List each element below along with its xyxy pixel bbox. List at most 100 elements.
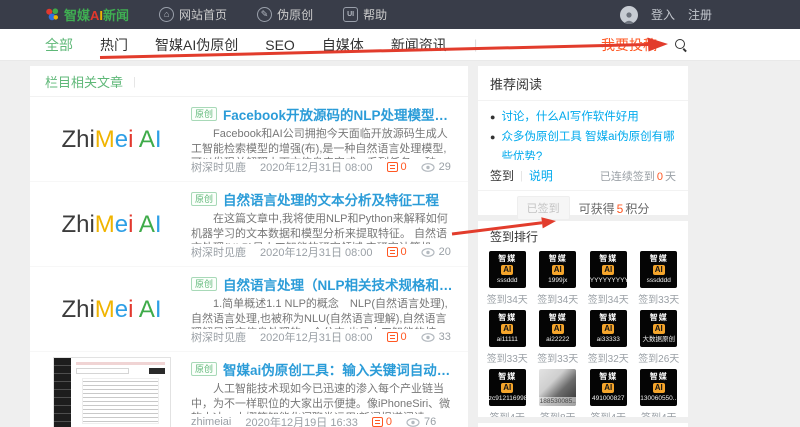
ranking-user[interactable]: 智媒 AI ai33333 签到32天 xyxy=(583,310,634,365)
signin-separator: | xyxy=(520,169,523,182)
search-icon[interactable] xyxy=(674,38,688,52)
article-thumbnail[interactable]: ZhiMei AI xyxy=(45,279,178,340)
ranking-days: 签到33天 xyxy=(486,354,528,365)
article-author[interactable]: 树深时见鹿 xyxy=(191,159,246,175)
article-meta: 树深时见鹿 2020年12月31日 08:00 0 20 xyxy=(191,244,453,260)
ranking-user[interactable]: 智媒AI491000827 签到4天 xyxy=(583,369,634,417)
tab-hot[interactable]: 热门 xyxy=(100,35,128,55)
ranking-user[interactable]: 188530085.. 签到8天 xyxy=(533,369,584,417)
views-icon xyxy=(406,417,420,427)
ranking-username: zc912116998 xyxy=(488,395,526,402)
top-nav-help-label: 帮助 xyxy=(363,8,388,22)
ranking-days: 签到33天 xyxy=(537,354,579,365)
article-title-link[interactable]: 自然语言处理（NLP相关技术规格和样例） xyxy=(223,274,453,294)
ranking-days: 签到4天 xyxy=(634,409,685,417)
ranking-user[interactable]: 智媒AI130060550... 签到4天 xyxy=(634,369,685,417)
zhimei-logo-image: ZhiMei AI xyxy=(61,210,162,238)
home-icon: ⌂ xyxy=(159,7,175,22)
ranking-user[interactable]: 智媒 AI ai11111 签到33天 xyxy=(482,310,533,365)
ai-logo-badge: AI xyxy=(602,265,615,275)
article-excerpt: 在这篇文章中,我将使用NLP和Python来解释如何机器学习的文本数据和模型分析… xyxy=(191,213,448,244)
ranking-username: 130060550... xyxy=(640,395,678,402)
views-count: 20 xyxy=(438,246,451,258)
article-author[interactable]: 树深时见鹿 xyxy=(191,329,246,345)
top-nav-home[interactable]: ⌂ 网站首页 xyxy=(159,6,227,23)
signin-ranking-panel: 签到排行 智媒 AI sssddd 签到34天 智媒 AI 1999jx 签到34天 智… xyxy=(478,221,688,417)
article-author[interactable]: zhimeiai xyxy=(191,416,231,427)
recommended-reading-title: 推荐阅读 xyxy=(478,66,688,101)
ranking-days: 签到32天 xyxy=(587,354,629,365)
signed-in-button[interactable]: 已签到 xyxy=(516,196,570,220)
top-nav-help[interactable]: UI 帮助 xyxy=(343,6,387,23)
ranking-days: 签到34天 xyxy=(486,295,528,306)
article-row: 原创 智媒ai伪原创工具：输入关键词自动生成文章 人工智能技术现如今已迅速的渗入… xyxy=(30,352,468,427)
comments-count: 0 xyxy=(385,416,393,427)
tab-we-media[interactable]: 自媒体 xyxy=(322,35,364,55)
ai-logo-badge: AI xyxy=(602,324,615,334)
ranking-user[interactable]: 智媒 AI 1999jx 签到34天 xyxy=(533,251,584,306)
subnav-divider: | xyxy=(473,37,478,52)
logo-text: 智媒AI新闻 xyxy=(64,8,130,23)
category-nav: 全部 热门 智媒AI伪原创 SEO 自媒体 新闻资讯 | 我要投稿 xyxy=(0,29,800,61)
views-icon xyxy=(421,332,435,342)
tab-news[interactable]: 新闻资讯 xyxy=(391,35,447,55)
ranking-title: 签到排行 xyxy=(490,230,539,244)
zhimei-logo-image: ZhiMei AI xyxy=(61,125,162,153)
ranking-user[interactable]: 智媒 AI sssdddd 签到33天 xyxy=(634,251,685,306)
ranking-user[interactable]: 智媒AIzc912116998 签到4天 xyxy=(482,369,533,417)
article-title-link[interactable]: 智媒ai伪原创工具：输入关键词自动生成文章 xyxy=(223,359,453,379)
article-title-link[interactable]: Facebook开放源码的NLP处理模型中,能检索文档来... xyxy=(223,104,453,124)
ai-logo-badge: AI xyxy=(652,265,665,275)
article-thumbnail[interactable]: ZhiMei AI xyxy=(45,194,178,255)
article-meta: zhimeiai 2020年12月19日 16:33 0 76 xyxy=(191,414,453,427)
site-logo[interactable]: 智媒AI新闻 xyxy=(45,5,129,24)
comments-count: 0 xyxy=(400,161,407,173)
recommended-link[interactable]: ● 讨论，什么AI写作软件好用 xyxy=(490,107,676,127)
top-nav-pseudo-original[interactable]: ✎ 伪原创 xyxy=(257,6,313,23)
article-date: 2020年12月31日 08:00 xyxy=(260,247,373,259)
section-header-tick: | xyxy=(133,75,136,88)
user-avatar: 智媒 AI ai11111 xyxy=(488,310,526,347)
user-avatar: 智媒 AI 491000827 xyxy=(589,369,627,406)
user-avatar-icon[interactable] xyxy=(619,5,638,24)
tab-zhimei-pseudo[interactable]: 智媒AI伪原创 xyxy=(155,35,238,55)
article-meta: 树深时见鹿 2020年12月31日 08:00 0 29 xyxy=(191,159,453,175)
article-date: 2020年12月31日 08:00 xyxy=(260,332,373,344)
ranking-username: ai11111 xyxy=(496,336,518,343)
article-author[interactable]: 树深时见鹿 xyxy=(191,244,246,260)
tab-all[interactable]: 全部 xyxy=(45,35,73,55)
ranking-user[interactable]: 智媒 AI ai22222 签到33天 xyxy=(533,310,584,365)
subnav-right: 我要投稿 xyxy=(601,35,688,55)
article-date: 2020年12月19日 16:33 xyxy=(245,417,358,427)
user-avatar: 智媒 AI 1999jx xyxy=(539,251,577,288)
signin-help-link[interactable]: 说明 xyxy=(529,167,553,184)
ai-logo-badge: AI xyxy=(551,265,564,275)
user-avatar: 智媒 AI zc912116998 xyxy=(488,369,526,406)
ranking-days: 签到34天 xyxy=(537,295,579,306)
register-link[interactable]: 注册 xyxy=(688,6,712,23)
ranking-username: 188530085.. xyxy=(539,397,577,406)
login-link[interactable]: 登入 xyxy=(651,6,675,23)
comments-count: 0 xyxy=(400,246,407,258)
article-title-link[interactable]: 自然语言处理的文本分析及特征工程 xyxy=(223,189,439,209)
signin-reward: 可获得 5 积分 xyxy=(578,201,650,216)
ranking-user[interactable]: 智媒 AI sssddd 签到34天 xyxy=(482,251,533,306)
views-icon xyxy=(421,247,435,257)
article-thumbnail[interactable] xyxy=(45,356,178,427)
top-nav-home-label: 网站首页 xyxy=(179,8,228,22)
views-icon xyxy=(421,162,435,172)
ranking-user[interactable]: 智媒 AI 大数据原创 签到26天 xyxy=(634,310,685,365)
ranking-user[interactable]: 智媒 AI YYYYYYYYY 签到34天 xyxy=(583,251,634,306)
ai-logo-badge: AI xyxy=(551,324,564,334)
user-avatar-photo: 188530085.. xyxy=(539,369,577,406)
comments-icon xyxy=(371,417,383,427)
submit-post-link[interactable]: 我要投稿 xyxy=(601,35,657,55)
logo-icon xyxy=(45,7,60,22)
article-thumbnail[interactable]: ZhiMei AI xyxy=(45,109,178,170)
ranking-days: 签到8天 xyxy=(533,409,584,417)
signin-streak: 已连续签到 0 天 xyxy=(599,170,676,183)
user-avatar: 智媒 AI ai22222 xyxy=(539,310,577,347)
ranking-days: 签到26天 xyxy=(638,354,680,365)
ranking-username: 大数据原创 xyxy=(642,336,676,343)
tab-seo[interactable]: SEO xyxy=(265,37,295,53)
